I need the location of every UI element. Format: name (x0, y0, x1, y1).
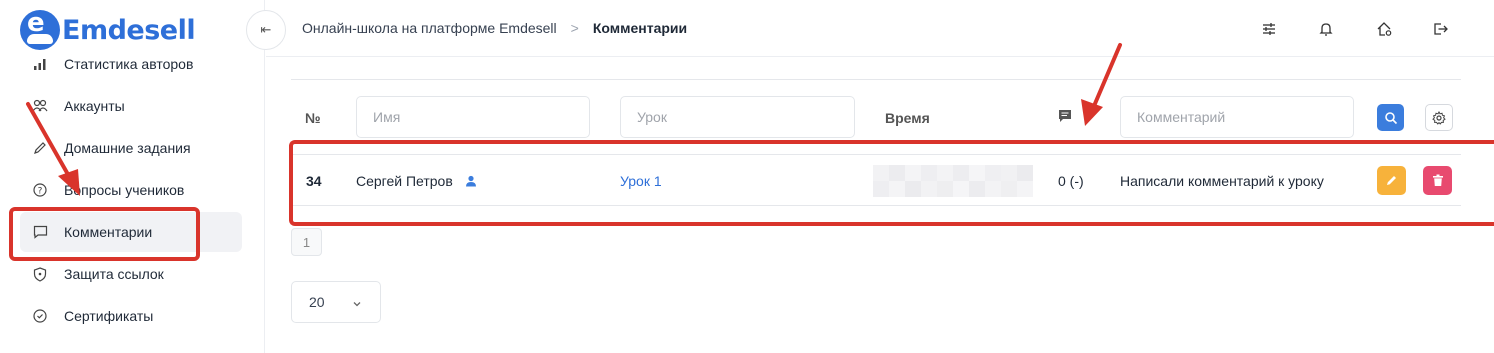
annotation-arrows (26, 43, 1122, 196)
annotation-arrow-sidebar (26, 102, 80, 196)
annotation-arrow-comment-count (1081, 43, 1122, 126)
